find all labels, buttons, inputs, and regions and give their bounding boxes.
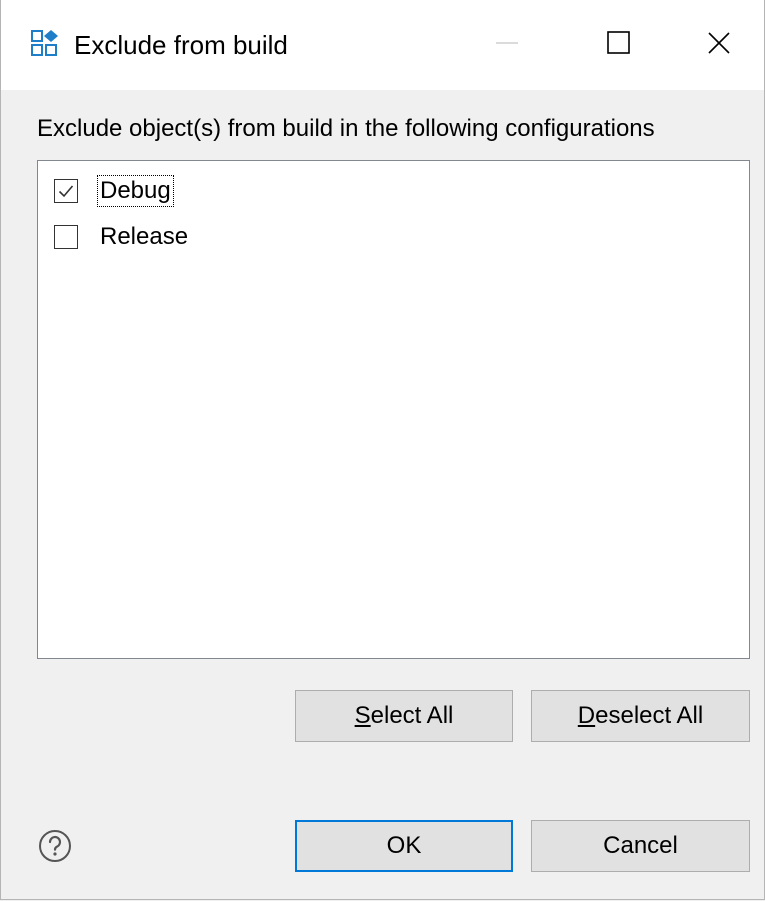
deselect-all-mnemonic: D	[577, 702, 596, 729]
select-all-mnemonic: S	[354, 702, 371, 729]
list-item-debug[interactable]: Debug	[54, 171, 174, 211]
list-item-release[interactable]: Release	[54, 217, 190, 257]
window-title: Exclude from build	[74, 30, 288, 60]
minimize-button[interactable]	[479, 20, 535, 70]
ok-button[interactable]: OK	[295, 820, 513, 872]
select-all-button[interactable]: Select All	[295, 690, 513, 742]
exclude-from-build-dialog: Exclude from build Exclude object(s) fro…	[0, 0, 765, 900]
minimize-icon	[494, 30, 520, 61]
checkmark-icon	[58, 185, 74, 198]
select-all-label: elect All	[370, 702, 454, 729]
close-icon	[706, 30, 732, 61]
configurations-list[interactable]: Debug Release	[37, 160, 750, 659]
debug-checkbox[interactable]	[54, 179, 78, 203]
help-icon	[37, 830, 73, 868]
debug-label: Debug	[97, 175, 174, 207]
maximize-icon	[606, 30, 632, 61]
cancel-button[interactable]: Cancel	[531, 820, 750, 872]
deselect-all-button[interactable]: Deselect All	[531, 690, 750, 742]
release-label: Release	[100, 223, 189, 250]
instruction-label: Exclude object(s) from build in the foll…	[37, 115, 655, 142]
title-bar: Exclude from build	[1, 0, 764, 90]
deselect-all-label: eselect All	[595, 702, 704, 729]
maximize-button[interactable]	[591, 20, 647, 70]
release-checkbox[interactable]	[54, 225, 78, 249]
configuration-grid-icon	[31, 30, 61, 58]
help-button[interactable]	[37, 828, 73, 864]
close-button[interactable]	[691, 20, 747, 70]
